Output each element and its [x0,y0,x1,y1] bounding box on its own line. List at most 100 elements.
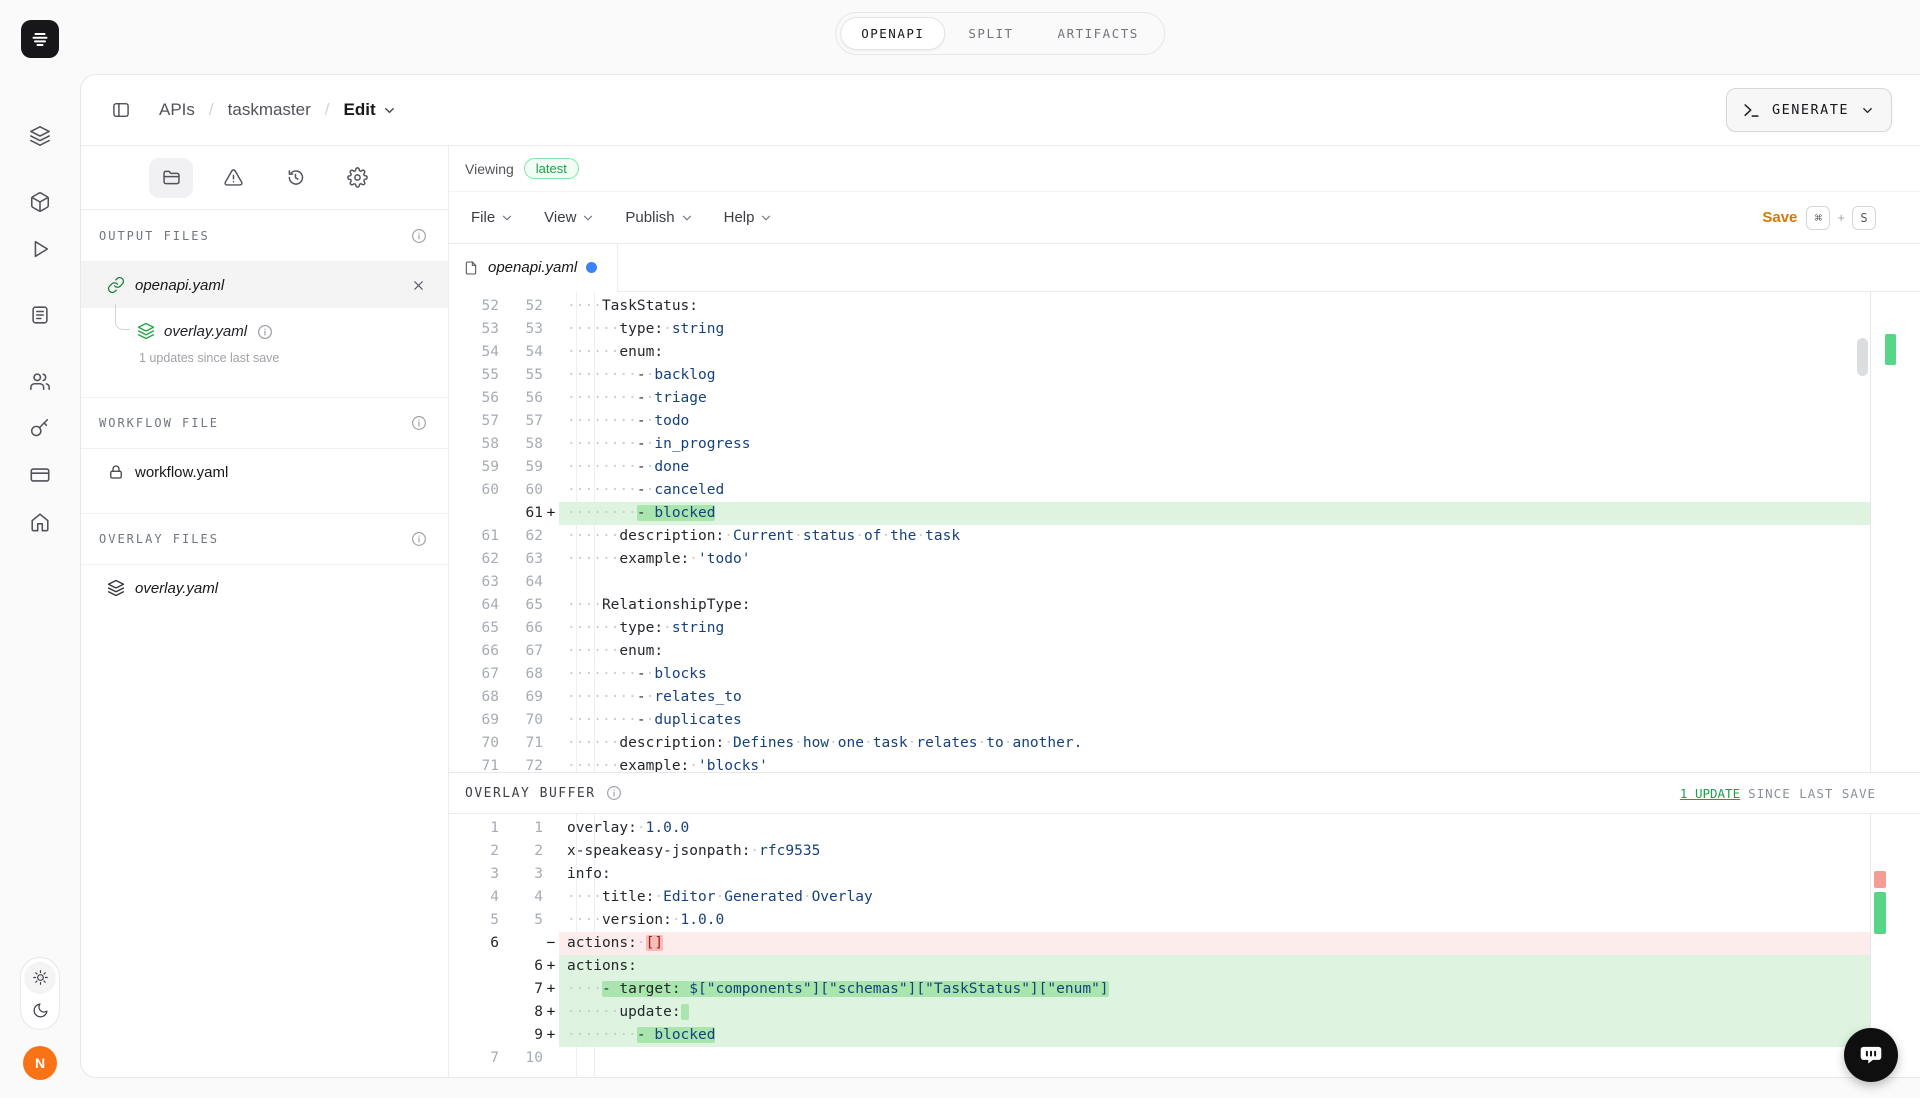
code-line: 6667······enum: [449,640,1870,663]
overlay-code-editor[interactable]: 11overlay:·1.0.022x-speakeasy-jsonpath:·… [449,814,1871,1077]
key-icon [29,417,51,439]
layers-icon [29,125,51,147]
menu-publish[interactable]: Publish [625,209,693,226]
speakeasy-logo[interactable] [21,20,59,58]
generate-button[interactable]: GENERATE [1726,88,1892,132]
overlay-files-title: OVERLAY FILES [99,532,219,546]
chevron-down-icon [581,211,595,225]
rail-item-home[interactable] [20,502,60,542]
menu-view[interactable]: View [544,209,595,226]
sun-icon [32,969,49,986]
warning-triangle-icon [223,167,244,188]
menu-file[interactable]: File [471,209,514,226]
save-shortcut: ⌘+S [1806,206,1876,230]
left-icon-rail: N [0,0,80,1098]
users-icon [29,370,51,392]
info-icon[interactable] [410,414,428,432]
tab-openapi-yaml[interactable]: openapi.yaml [449,244,618,292]
play-icon [29,238,51,260]
rail-item-builds[interactable] [20,182,60,222]
view-tab-artifacts[interactable]: ARTIFACTS [1037,17,1160,50]
code-line: 7172······example:·'blocks' [449,755,1870,772]
file-name: openapi.yaml [135,277,224,294]
breadcrumb-edit-dropdown[interactable]: Edit [344,100,397,120]
sidebar-tabbar [81,146,448,210]
menu-bar-items: File View Publish Help [471,209,773,226]
latest-badge[interactable]: latest [524,158,579,179]
info-icon[interactable] [256,323,272,339]
book-stack-icon [28,27,52,51]
rail-item-docs[interactable] [20,295,60,335]
sidebar-toggle-button[interactable] [103,92,139,128]
code-line: 44····title:·Editor·Generated·Overlay [449,886,1870,909]
info-icon[interactable] [410,227,428,245]
menu-label: File [471,209,495,226]
file-row-overlay-child[interactable]: overlay.yaml [81,314,448,348]
panel-left-icon [111,100,131,120]
code-line: 5454······enum: [449,341,1870,364]
plus-separator: + [1837,210,1845,225]
rail-item-billing[interactable] [20,455,60,495]
sidebar-tab-history[interactable] [273,158,317,198]
overlay-child-wrap: overlay.yaml 1 updates since last save [81,308,448,379]
breadcrumb-separator: / [209,100,214,120]
overlay-files-header: OVERLAY FILES [81,513,448,565]
terminal-icon [1742,101,1761,120]
code-line: 6768········-·blocks [449,663,1870,686]
gear-icon [347,167,368,188]
code-line: 710 [449,1047,1870,1070]
chat-widget-button[interactable] [1844,1028,1898,1082]
code-line: 5757········-·todo [449,410,1870,433]
breadcrumb-apis[interactable]: APIs [159,100,195,120]
chat-bubble-icon [1858,1042,1884,1068]
chevron-down-icon [1860,103,1875,118]
menu-help[interactable]: Help [724,209,774,226]
status-rest: SINCE LAST SAVE [1748,786,1876,801]
sidebar-tab-problems[interactable] [211,158,255,198]
viewing-row: Viewing latest [449,146,1920,192]
sidebar-tab-files[interactable] [149,158,193,198]
file-icon [463,260,479,276]
rail-item-runs[interactable] [20,229,60,269]
info-icon[interactable] [410,530,428,548]
file-row-overlay[interactable]: overlay.yaml [81,565,448,611]
code-line: 6465····RelationshipType: [449,594,1870,617]
code-line: 5858········-·in_progress [449,433,1870,456]
code-line: 6162······description:·Current·status·of… [449,525,1870,548]
save-button[interactable]: Save [1762,209,1797,226]
cube-icon [29,191,51,213]
view-tab-openapi[interactable]: OPENAPI [840,17,945,50]
rail-item-users[interactable] [20,361,60,401]
close-icon[interactable] [408,275,428,295]
file-row-workflow[interactable]: workflow.yaml [81,449,448,495]
rail-item-keys[interactable] [20,408,60,448]
dark-theme-button[interactable] [25,995,55,1025]
chevron-down-icon [382,103,397,118]
code-line: 5353······type:·string [449,318,1870,341]
diff-add-mark [1885,334,1896,365]
light-theme-button[interactable] [25,962,55,992]
sidebar-tab-settings[interactable] [335,158,379,198]
breadcrumb-project[interactable]: taskmaster [228,100,311,120]
overlay-buffer-header: OVERLAY BUFFER 1 UPDATE SINCE LAST SAVE [449,772,1920,814]
code-line: 55····version:·1.0.0 [449,909,1870,932]
user-avatar[interactable]: N [23,1046,57,1080]
overlay-update-note: 1 updates since last save [81,351,448,365]
diff-gutter-strip [1871,292,1920,772]
breadcrumb-page-label: Edit [344,100,376,120]
file-row-openapi[interactable]: openapi.yaml [81,262,448,308]
chevron-down-icon [500,211,514,225]
info-icon[interactable] [605,784,623,802]
rail-item-stack[interactable] [20,116,60,156]
overlay-editor-zone: 11overlay:·1.0.022x-speakeasy-jsonpath:·… [449,814,1920,1077]
view-tab-split[interactable]: SPLIT [947,17,1034,50]
code-line: 6364 [449,571,1870,594]
save-zone: Save ⌘+S [1762,206,1876,230]
folder-icon [161,167,182,188]
panel-header: APIs / taskmaster / Edit GENERATE [81,75,1920,146]
update-count-link[interactable]: 1 UPDATE [1680,786,1740,801]
file-name: overlay.yaml [135,580,218,597]
openapi-code-editor[interactable]: 5252····TaskStatus:5353······type:·strin… [449,292,1871,772]
unsaved-dot [586,262,597,273]
kbd-key: ⌘ [1806,206,1830,230]
